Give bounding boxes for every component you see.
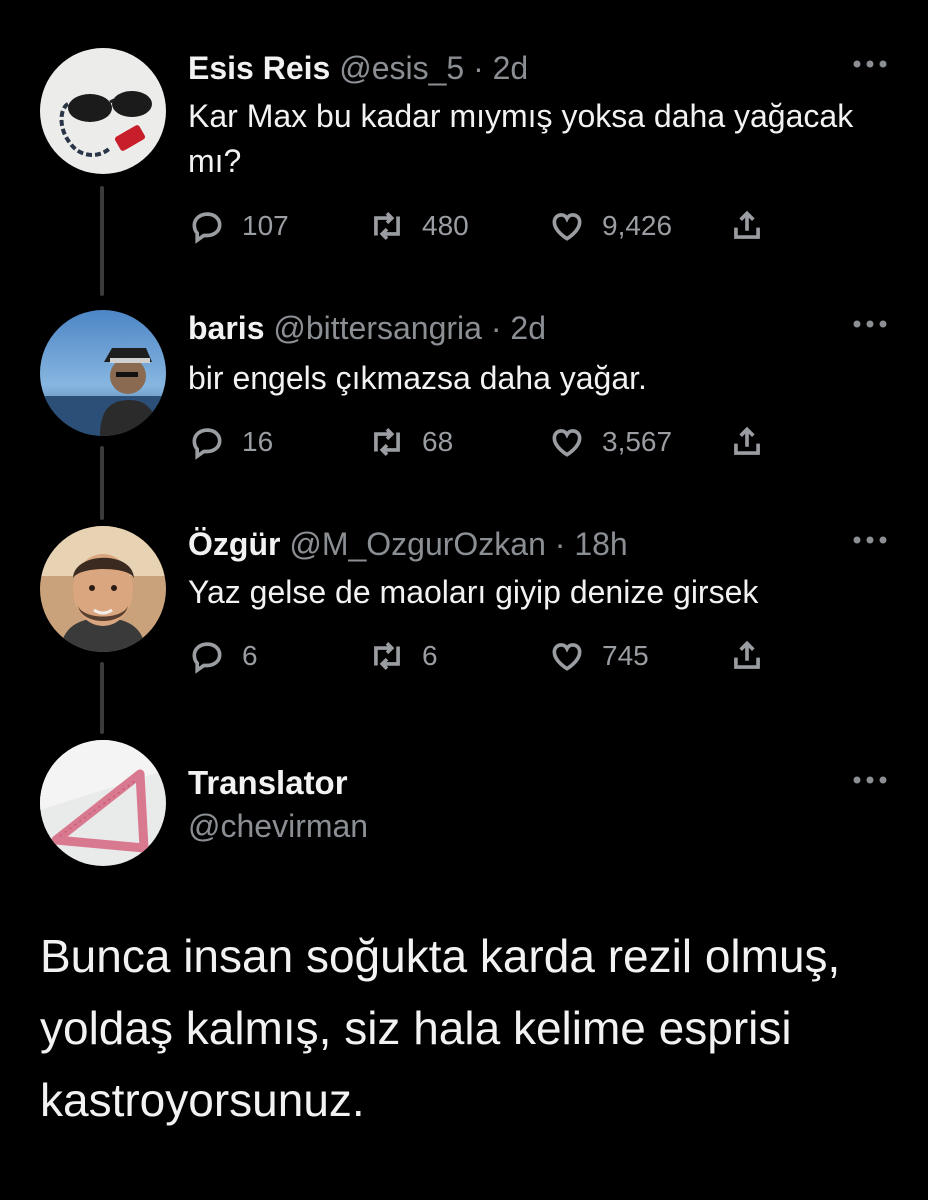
separator: · <box>473 50 484 86</box>
avatar[interactable] <box>40 740 166 866</box>
share-button[interactable] <box>728 634 766 678</box>
display-name[interactable]: Translator <box>188 764 348 802</box>
reply-button[interactable]: 107 <box>188 204 289 248</box>
handle[interactable]: @chevirman <box>188 808 368 845</box>
retweet-icon <box>374 642 400 670</box>
handle[interactable]: @esis_5 <box>339 50 464 86</box>
more-icon[interactable] <box>852 534 888 546</box>
more-icon[interactable] <box>852 774 888 786</box>
like-button[interactable]: 9,426 <box>548 204 672 248</box>
like-count: 745 <box>602 640 649 671</box>
like-count: 9,426 <box>602 210 673 241</box>
like-icon <box>552 429 582 457</box>
like-button[interactable]: 745 <box>548 634 649 678</box>
retweet-icon <box>374 212 400 240</box>
avatar[interactable] <box>40 526 166 652</box>
tweet-text: Yaz gelse de maoları giyip denize girsek <box>188 574 759 610</box>
thread-line <box>100 446 104 520</box>
display-name[interactable]: Esis Reis <box>188 50 330 86</box>
handle[interactable]: @M_OzgurOzkan <box>289 526 546 562</box>
separator: · <box>554 526 566 562</box>
reply-button[interactable]: 6 <box>188 634 258 678</box>
reply-icon <box>192 642 222 674</box>
retweet-count: 480 <box>422 210 469 241</box>
tweet-actions: 6 6 745 <box>188 634 788 678</box>
retweet-count: 6 <box>422 640 438 671</box>
tweet-text: Kar Max bu kadar mıymış yoksa daha yağac… <box>188 98 854 179</box>
like-icon <box>552 643 582 671</box>
handle[interactable]: @bittersangria <box>273 310 482 346</box>
reply-count: 107 <box>242 210 289 241</box>
reply-count: 6 <box>242 640 258 671</box>
retweet-button[interactable]: 68 <box>368 420 453 464</box>
like-icon <box>552 213 582 241</box>
tweet-header: Esis Reis @esis_5 · 2d <box>188 48 528 88</box>
thread-line <box>100 186 104 296</box>
timestamp[interactable]: 18h <box>574 526 627 562</box>
share-icon <box>734 640 760 669</box>
like-count: 3,567 <box>602 426 673 457</box>
display-name[interactable]: Özgür <box>188 526 280 562</box>
tweet-text: bir engels çıkmazsa daha yağar. <box>188 360 647 396</box>
display-name[interactable]: baris <box>188 310 264 346</box>
retweet-button[interactable]: 480 <box>368 204 469 248</box>
avatar[interactable] <box>40 48 166 174</box>
tweet-header: Özgür @M_OzgurOzkan · 18h <box>188 524 628 564</box>
share-icon <box>734 426 760 455</box>
reply-button[interactable]: 16 <box>188 420 273 464</box>
like-button[interactable]: 3,567 <box>548 420 672 464</box>
more-icon[interactable] <box>852 58 888 70</box>
reply-icon <box>192 212 222 244</box>
tweet-header: baris @bittersangria · 2d <box>188 308 546 348</box>
thread-line <box>100 662 104 734</box>
timestamp[interactable]: 2d <box>510 310 546 346</box>
share-button[interactable] <box>728 204 766 248</box>
avatar[interactable] <box>40 310 166 436</box>
main-tweet-text: Bunca insan soğukta karda rezil olmuş, y… <box>40 930 841 1126</box>
retweet-icon <box>374 428 400 456</box>
tweet-actions: 107 480 9,426 <box>188 204 788 248</box>
separator: · <box>490 310 502 346</box>
reply-count: 16 <box>242 426 274 457</box>
reply-icon <box>192 428 222 460</box>
retweet-count: 68 <box>422 426 454 457</box>
share-button[interactable] <box>728 420 766 464</box>
timestamp[interactable]: 2d <box>493 50 529 86</box>
share-icon <box>734 210 760 239</box>
tweet-actions: 16 68 3,567 <box>188 420 788 464</box>
more-icon[interactable] <box>852 318 888 330</box>
retweet-button[interactable]: 6 <box>368 634 438 678</box>
